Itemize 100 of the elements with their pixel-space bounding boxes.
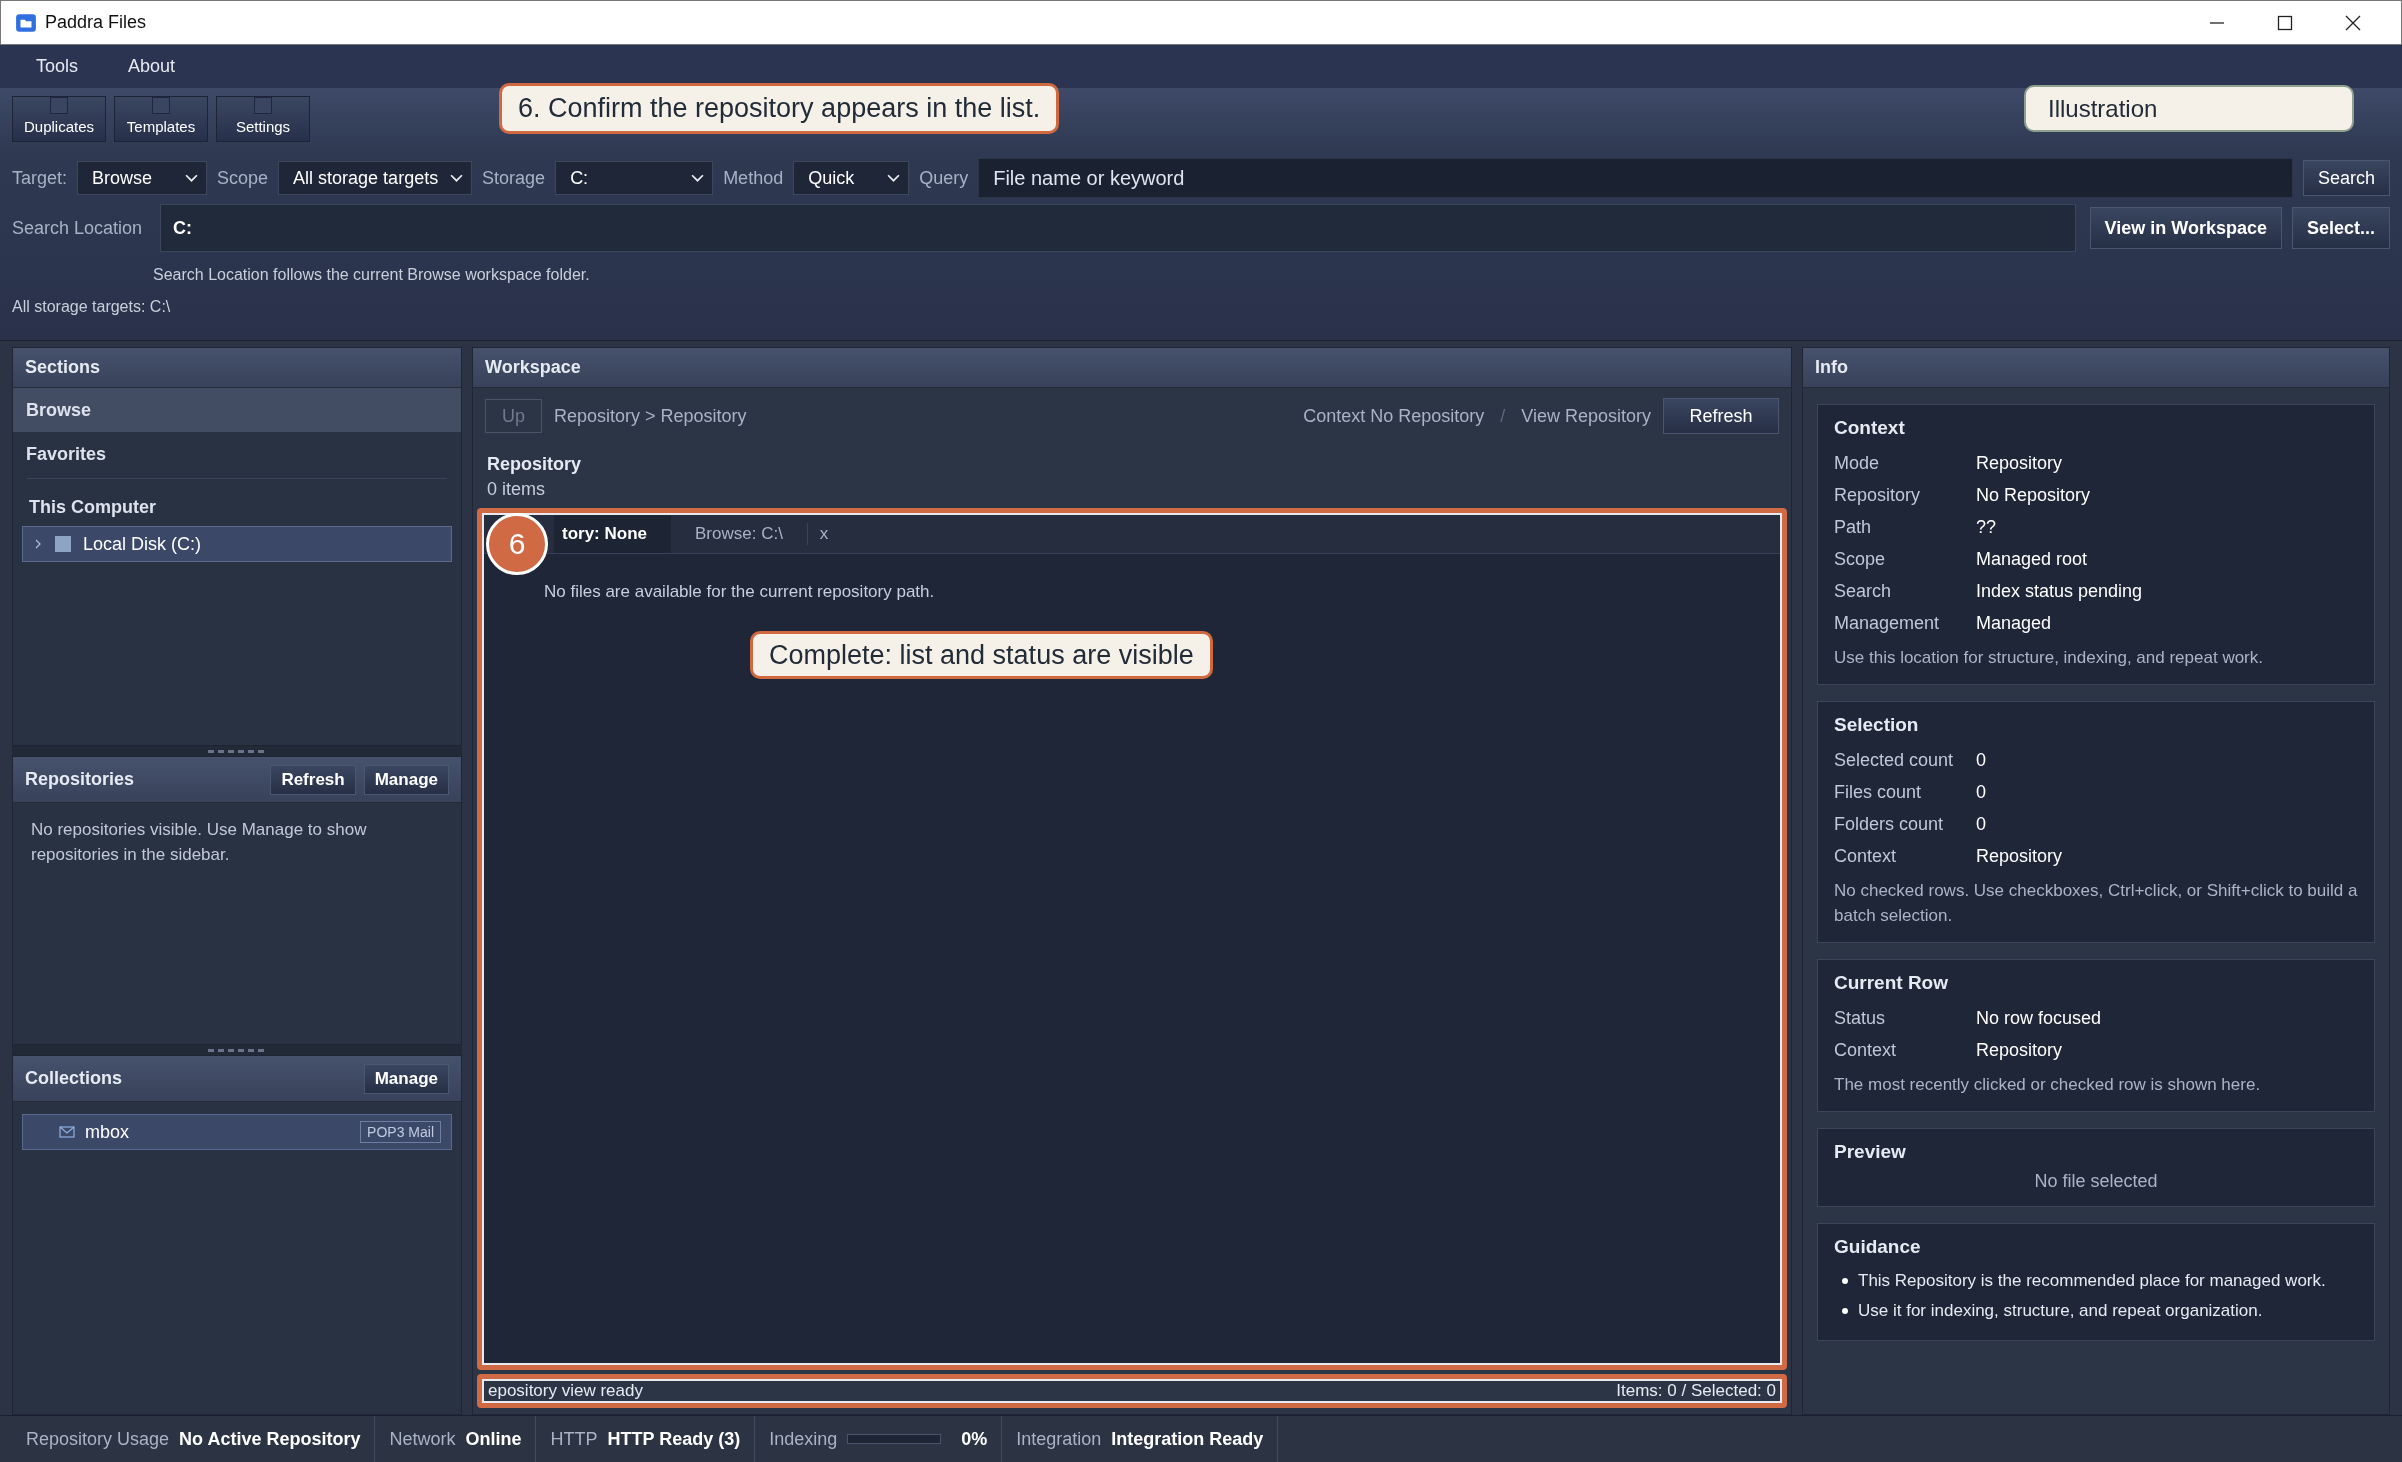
status-value: Online (465, 1428, 522, 1450)
field-label: Repository (1834, 484, 1922, 506)
chevron-icon (887, 173, 901, 183)
dropdown[interactable]: Quick (793, 161, 910, 195)
panel-header: Sections (13, 348, 461, 388)
separator: / (1500, 405, 1506, 427)
field-value: ?? (1976, 516, 1997, 538)
field-value: Index status pending (1976, 580, 2143, 602)
result-callout: Complete: list and status are visible (750, 631, 1213, 679)
field-label: Context (1834, 1039, 1898, 1061)
field-label: Files count (1834, 781, 1923, 803)
hint-text: Search Location follows the current Browse workspace folder. (153, 266, 591, 284)
item-count: 0 items (487, 479, 547, 500)
bullet-icon (1842, 1278, 1848, 1284)
field-label: Folders count (1834, 813, 1945, 835)
field-value: Managed (1976, 612, 2052, 634)
field-label: Context (1834, 845, 1898, 867)
field-value: Repository (1976, 452, 2063, 474)
field-value: Repository (1976, 1039, 2063, 1061)
field-value: Repository (1976, 845, 2063, 867)
square-icon (152, 97, 170, 114)
square-icon (254, 97, 272, 114)
field-label: Path (1834, 516, 1873, 538)
status-value: 0% (961, 1428, 988, 1450)
card-note: The most recently clicked or checked row is shown here. (1834, 1074, 2262, 1096)
empty-message: No files are available for the current repository path. (543, 581, 936, 603)
dropdown[interactable]: C: (555, 161, 714, 195)
dropdown[interactable]: All storage targets (278, 161, 473, 195)
chevron-icon (33, 539, 43, 549)
breadcrumb: Repository > Repository (554, 405, 747, 427)
section-item[interactable]: Favorites (13, 432, 461, 476)
toolbar-button[interactable]: Templates (114, 96, 208, 142)
context-label: Context No Repository (1303, 405, 1485, 427)
guidance-text: This Repository is the recommended place for managed work. (1858, 1271, 2326, 1291)
workspace-heading: Repository (487, 454, 583, 475)
search-button[interactable]: Search (2302, 160, 2390, 196)
view-label: View Repository (1521, 405, 1651, 427)
card-title: Current Row (1834, 972, 1949, 994)
query-field[interactable]: File name or keyword (978, 158, 2293, 198)
card-title: Guidance (1834, 1236, 1922, 1258)
card-message: No file selected (2033, 1171, 2159, 1192)
card-title: Selection (1834, 714, 1920, 736)
field-value: Managed root (1976, 548, 2088, 570)
guidance-text: Use it for indexing, structure, and repeat organization. (1858, 1301, 2263, 1321)
scope-note: All storage targets: C:\ (12, 298, 172, 316)
card-title: Preview (1834, 1141, 1907, 1163)
field-value: No Repository (1976, 484, 2091, 506)
action-button[interactable]: View in Workspace (2089, 207, 2282, 249)
window-title: Paddra Files (45, 12, 147, 33)
illustration-label: Illustration (2024, 85, 2354, 132)
card-note: No checked rows. Use checkboxes, Ctrl+click, or Shift+click to build a batch selection. (1834, 880, 2358, 927)
toolbar-button[interactable]: Duplicates (12, 96, 106, 142)
menu-item[interactable]: About (128, 56, 176, 77)
chevron-icon (691, 173, 705, 183)
collection-item[interactable]: mbox POP3 Mail (22, 1114, 452, 1150)
tab[interactable]: Browse: C:\ (671, 515, 807, 553)
panel-title: Repositories (25, 769, 135, 790)
field-value: No row focused (1976, 1007, 2102, 1029)
search-location-field[interactable]: C: (160, 204, 2076, 252)
field-label: Management (1834, 612, 1941, 634)
status-label: Repository Usage (26, 1428, 170, 1450)
panel-header: Workspace (473, 348, 1791, 388)
status-value: HTTP Ready (3) (607, 1428, 741, 1450)
filter-label: Storage (482, 167, 546, 189)
field-value: 0 (1976, 781, 1986, 803)
step-callout: 6. Confirm the repository appears in the list. (499, 83, 1060, 134)
tree-label: Local Disk (C:) (83, 533, 202, 555)
field-value: 0 (1976, 749, 1986, 771)
group-label: This Computer (28, 496, 157, 519)
field-label: Scope (1834, 548, 1887, 570)
refresh-button[interactable]: Refresh (1663, 398, 1779, 434)
field-label: Mode (1834, 452, 1881, 474)
menu-item[interactable]: Tools (36, 56, 79, 77)
field-label: Status (1834, 1007, 1887, 1029)
tab[interactable]: tory: None (554, 515, 671, 553)
action-button[interactable]: Select... (2291, 207, 2390, 249)
totals-text: Items: 0 / Selected: 0 (1616, 1381, 1776, 1401)
panel-header: Info (1803, 348, 2389, 388)
toolbar-button[interactable]: Settings (216, 96, 310, 142)
folder-icon (15, 11, 37, 34)
status-label: Integration (1016, 1428, 1102, 1450)
tab[interactable]: x (806, 523, 841, 545)
step-marker: 6 (486, 513, 548, 575)
card-note: Use this location for structure, indexing, and repeat work. (1834, 647, 2264, 669)
field-label: Selected count (1834, 749, 1955, 771)
type-tag: POP3 Mail (360, 1121, 441, 1143)
section-item[interactable]: Browse (13, 388, 461, 432)
filter-label: Scope (217, 167, 269, 189)
query-label: Query (919, 167, 969, 189)
status-label: Network (389, 1428, 456, 1450)
chevron-icon (450, 173, 464, 183)
empty-message: No repositories visible. Use Manage to show repositories in the sidebar. (30, 819, 368, 866)
panel-button[interactable]: Manage (363, 1063, 449, 1094)
panel-button[interactable]: Manage (363, 764, 449, 795)
tree-item[interactable]: Local Disk (C:) (22, 526, 452, 562)
status-value: No Active Repository (179, 1428, 361, 1450)
status-text: epository view ready (488, 1381, 643, 1401)
panel-title: Collections (25, 1068, 122, 1089)
dropdown[interactable]: Browse (77, 161, 208, 195)
panel-button[interactable]: Refresh (270, 764, 356, 795)
